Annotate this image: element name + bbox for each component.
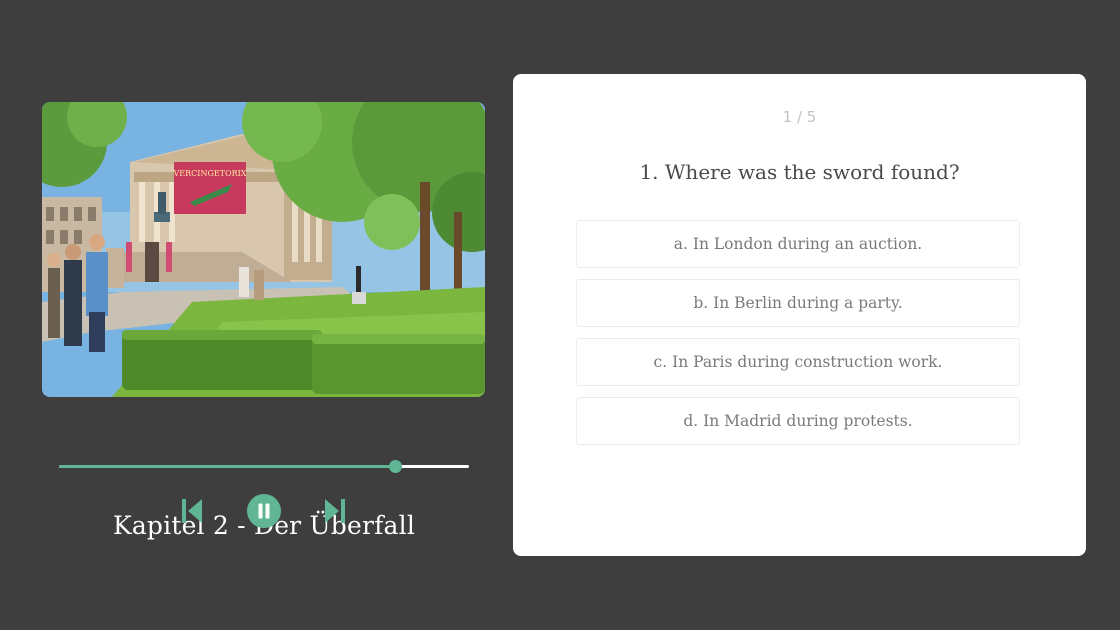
answer-option-b[interactable]: b. In Berlin during a party.	[576, 279, 1020, 327]
chapter-cover-image: VERCINGETORIX	[42, 102, 485, 397]
pause-button[interactable]	[246, 493, 282, 529]
previous-chapter-button[interactable]	[178, 493, 206, 529]
pause-icon	[247, 494, 281, 528]
playback-controls	[0, 493, 528, 529]
skip-previous-icon	[182, 499, 202, 523]
answer-option-d[interactable]: d. In Madrid during protests.	[576, 397, 1020, 445]
audio-player: VERCINGETORIX Kapitel 2 - Der Überfall	[42, 102, 486, 540]
answer-option-c[interactable]: c. In Paris during construction work.	[576, 338, 1020, 386]
question-text: 1. Where was the sword found?	[639, 160, 960, 184]
playback-progress-fill	[59, 465, 396, 468]
museum-illustration: VERCINGETORIX	[42, 102, 485, 397]
next-chapter-button[interactable]	[321, 493, 349, 529]
question-counter: 1 / 5	[782, 108, 817, 126]
answer-option-a[interactable]: a. In London during an auction.	[576, 220, 1020, 268]
banner-text: VERCINGETORIX	[173, 169, 247, 178]
playback-progress-bar[interactable]	[59, 460, 469, 473]
quiz-card: 1 / 5 1. Where was the sword found? a. I…	[513, 74, 1086, 556]
playback-progress-handle[interactable]	[389, 460, 403, 473]
skip-next-icon	[325, 499, 345, 523]
